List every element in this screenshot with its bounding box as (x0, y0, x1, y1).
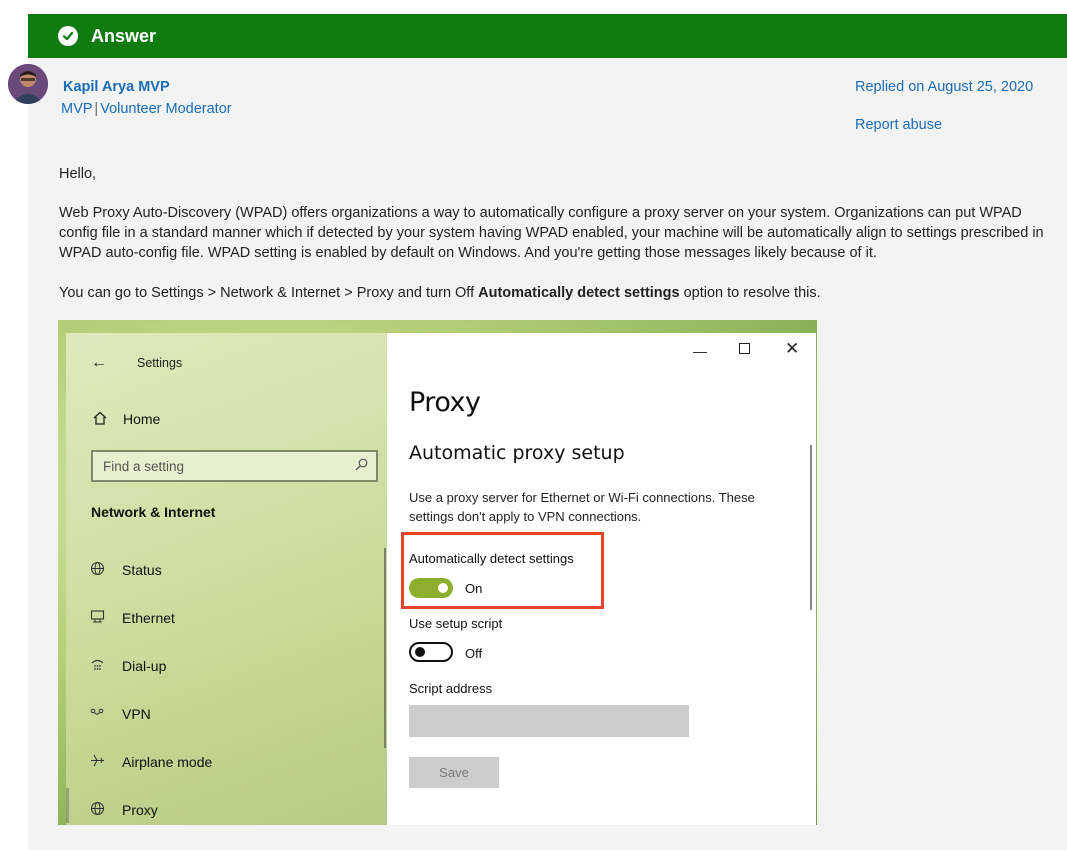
nav-label: Status (122, 562, 162, 578)
nav-label: VPN (122, 706, 151, 722)
active-nav-indicator (66, 788, 69, 823)
replied-date-link[interactable]: Replied on August 25, 2020 (855, 79, 1033, 95)
nav-scrollbar (384, 548, 386, 748)
setup-script-label: Use setup script (409, 616, 503, 631)
setup-script-toggle (409, 642, 453, 662)
author-roles: MVP | Volunteer Moderator (61, 101, 232, 117)
nav-item-proxy: Proxy (90, 801, 158, 819)
nav-item-airplane: Airplane mode (90, 753, 212, 771)
highlight-box (401, 532, 604, 609)
nav-label: Dial-up (122, 658, 167, 674)
role-mvp-link[interactable]: MVP (61, 101, 92, 117)
ethernet-icon (90, 609, 122, 627)
back-arrow-icon: ← (91, 354, 107, 371)
instruction-bold: Automatically detect settings (478, 285, 680, 301)
setup-script-state: Off (465, 646, 483, 661)
checkmark-icon (58, 26, 78, 46)
instruction-paragraph: You can go to Settings > Network & Inter… (59, 283, 821, 303)
airplane-icon (90, 753, 122, 771)
author-name-link[interactable]: Kapil Arya MVP (63, 79, 170, 95)
script-address-label: Script address (409, 681, 493, 696)
nav-item-status: Status (90, 561, 162, 579)
nav-label: Proxy (122, 802, 158, 818)
instruction-suffix: option to resolve this. (679, 285, 821, 301)
minimize-icon: — (693, 343, 707, 359)
home-icon (92, 410, 108, 430)
role-separator: | (94, 101, 99, 117)
search-icon (355, 458, 368, 474)
vpn-icon (90, 705, 122, 723)
content-scrollbar (810, 445, 812, 610)
close-icon: ✕ (785, 339, 800, 358)
role-moderator-link[interactable]: Volunteer Moderator (100, 101, 231, 117)
greeting-text: Hello, (59, 166, 97, 182)
report-abuse-link[interactable]: Report abuse (855, 117, 942, 133)
home-nav-label: Home (123, 411, 161, 427)
explanation-paragraph: Web Proxy Auto-Discovery (WPAD) offers o… (59, 205, 1044, 261)
find-setting-input: Find a setting (91, 450, 378, 482)
network-section-heading: Network & Internet (91, 504, 216, 520)
globe-icon (90, 561, 122, 579)
maximize-icon (739, 343, 750, 354)
settings-app-title: Settings (137, 356, 183, 370)
proxy-description: Use a proxy server for Ethernet or Wi-Fi… (409, 490, 755, 524)
nav-item-ethernet: Ethernet (90, 609, 175, 627)
nav-label: Airplane mode (122, 754, 213, 770)
answer-label: Answer (91, 25, 157, 46)
avatar[interactable] (8, 64, 48, 104)
search-placeholder: Find a setting (103, 459, 185, 474)
script-address-input (409, 705, 689, 737)
instruction-prefix: You can go to Settings > Network & Inter… (59, 285, 479, 301)
proxy-page-title: Proxy (409, 387, 481, 418)
dialup-icon (90, 657, 122, 675)
nav-item-vpn: VPN (90, 705, 151, 723)
globe-icon (90, 801, 122, 819)
automatic-proxy-heading: Automatic proxy setup (409, 442, 625, 464)
nav-item-dialup: Dial-up (90, 657, 166, 675)
nav-label: Ethernet (122, 610, 175, 626)
save-button: Save (409, 757, 499, 788)
settings-nav-pane: ← Settings Home Find a setting Network &… (66, 333, 387, 825)
settings-screenshot[interactable]: ← Settings Home Find a setting Network &… (58, 320, 817, 825)
answer-banner: Answer (28, 14, 1067, 58)
